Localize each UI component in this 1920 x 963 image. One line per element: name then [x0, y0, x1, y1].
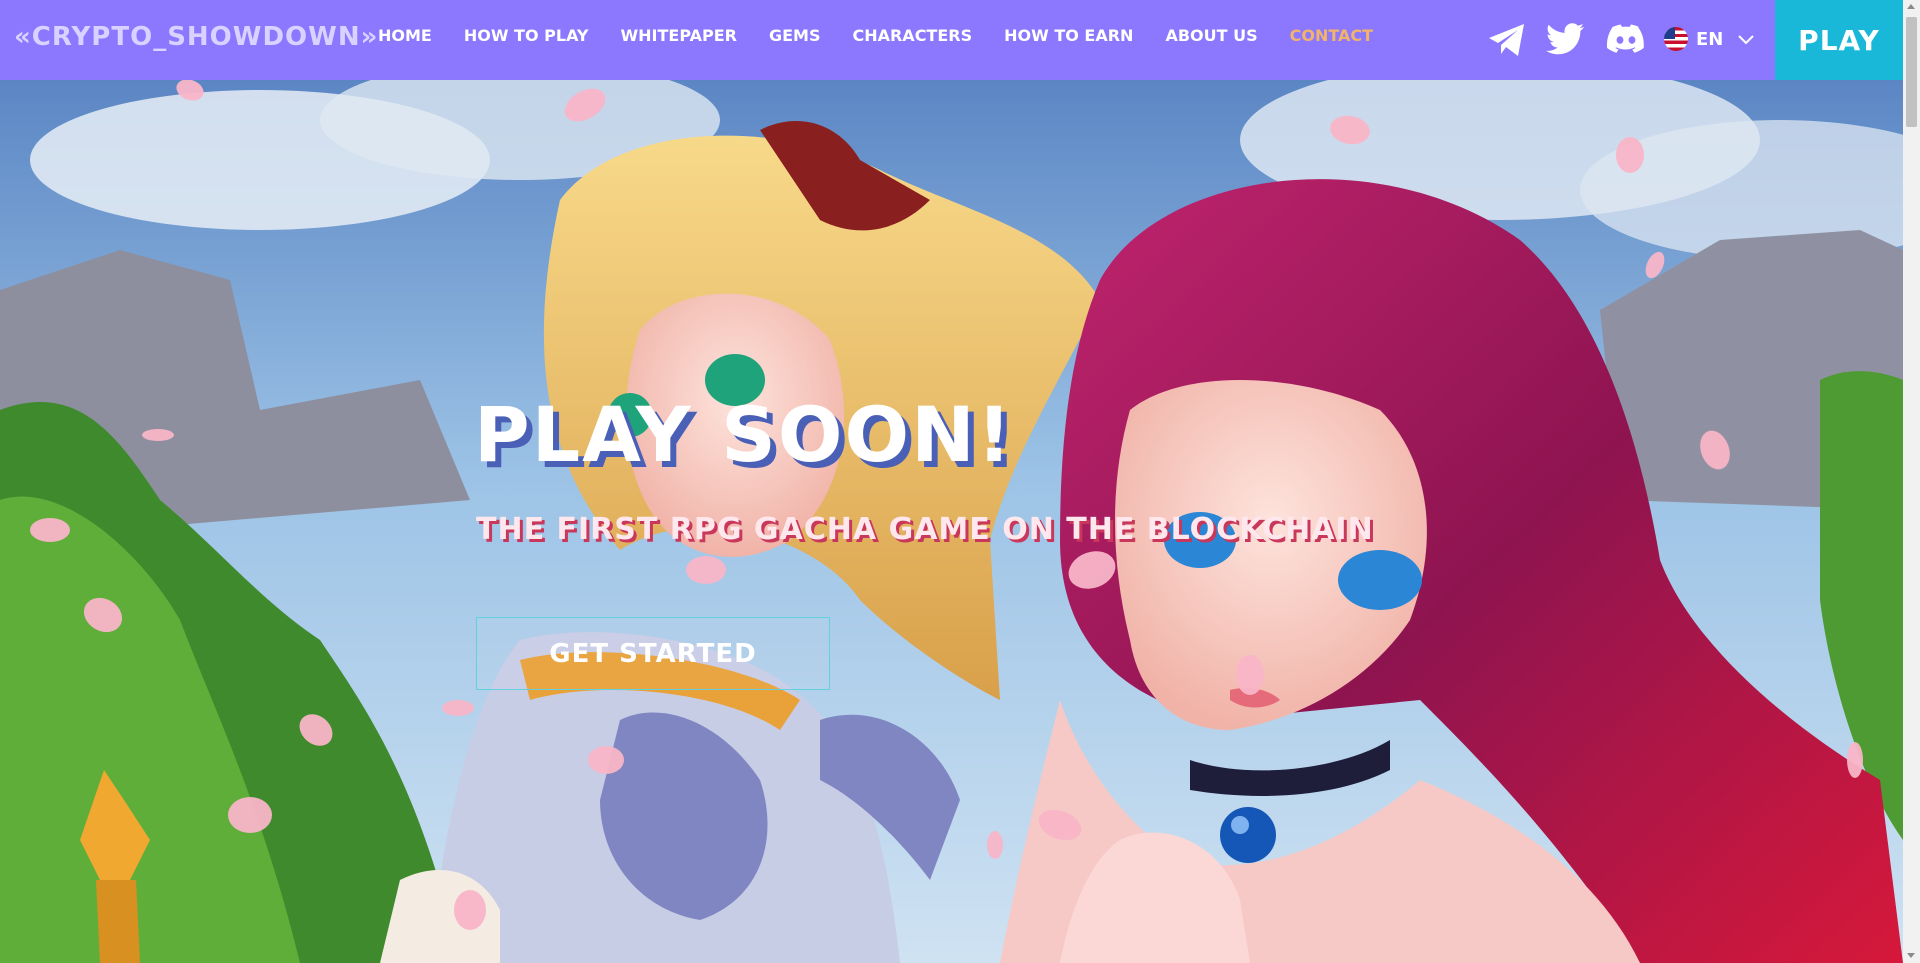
get-started-button[interactable]: GET STARTED — [476, 617, 830, 690]
nav-home[interactable]: HOME — [378, 26, 432, 45]
language-selector[interactable]: EN — [1664, 27, 1755, 51]
nav-gems[interactable]: GEMS — [769, 26, 821, 45]
nav-about-us[interactable]: ABOUT US — [1165, 26, 1257, 45]
nav-contact[interactable]: CONTACT — [1290, 26, 1373, 45]
telegram-icon[interactable] — [1487, 22, 1527, 58]
scroll-down-arrow-icon[interactable] — [1907, 953, 1915, 958]
language-code: EN — [1696, 28, 1724, 50]
vertical-scrollbar[interactable] — [1903, 0, 1920, 963]
nav-whitepaper[interactable]: WHITEPAPER — [621, 26, 737, 45]
top-navbar: «CRYPTO_SHOWDOWN» HOME HOW TO PLAY WHITE… — [0, 0, 1903, 80]
us-flag-icon — [1664, 27, 1688, 51]
scroll-up-arrow-icon[interactable] — [1907, 4, 1915, 9]
site-logo[interactable]: «CRYPTO_SHOWDOWN» — [14, 22, 378, 52]
hero-subtitle: THE FIRST RPG GACHA GAME ON THE BLOCKCHA… — [476, 512, 1374, 547]
play-button[interactable]: PLAY — [1775, 0, 1903, 80]
hero-banner: PLAY SOON! THE FIRST RPG GACHA GAME ON T… — [0, 80, 1903, 963]
discord-icon[interactable] — [1606, 22, 1646, 58]
hero-title: PLAY SOON! — [474, 390, 1014, 479]
main-nav: HOME HOW TO PLAY WHITEPAPER GEMS CHARACT… — [378, 26, 1405, 45]
nav-characters[interactable]: CHARACTERS — [852, 26, 972, 45]
chevron-down-icon — [1738, 35, 1755, 45]
nav-how-to-play[interactable]: HOW TO PLAY — [464, 26, 589, 45]
scrollbar-thumb[interactable] — [1906, 17, 1917, 127]
twitter-icon[interactable] — [1546, 22, 1586, 58]
nav-how-to-earn[interactable]: HOW TO EARN — [1004, 26, 1133, 45]
